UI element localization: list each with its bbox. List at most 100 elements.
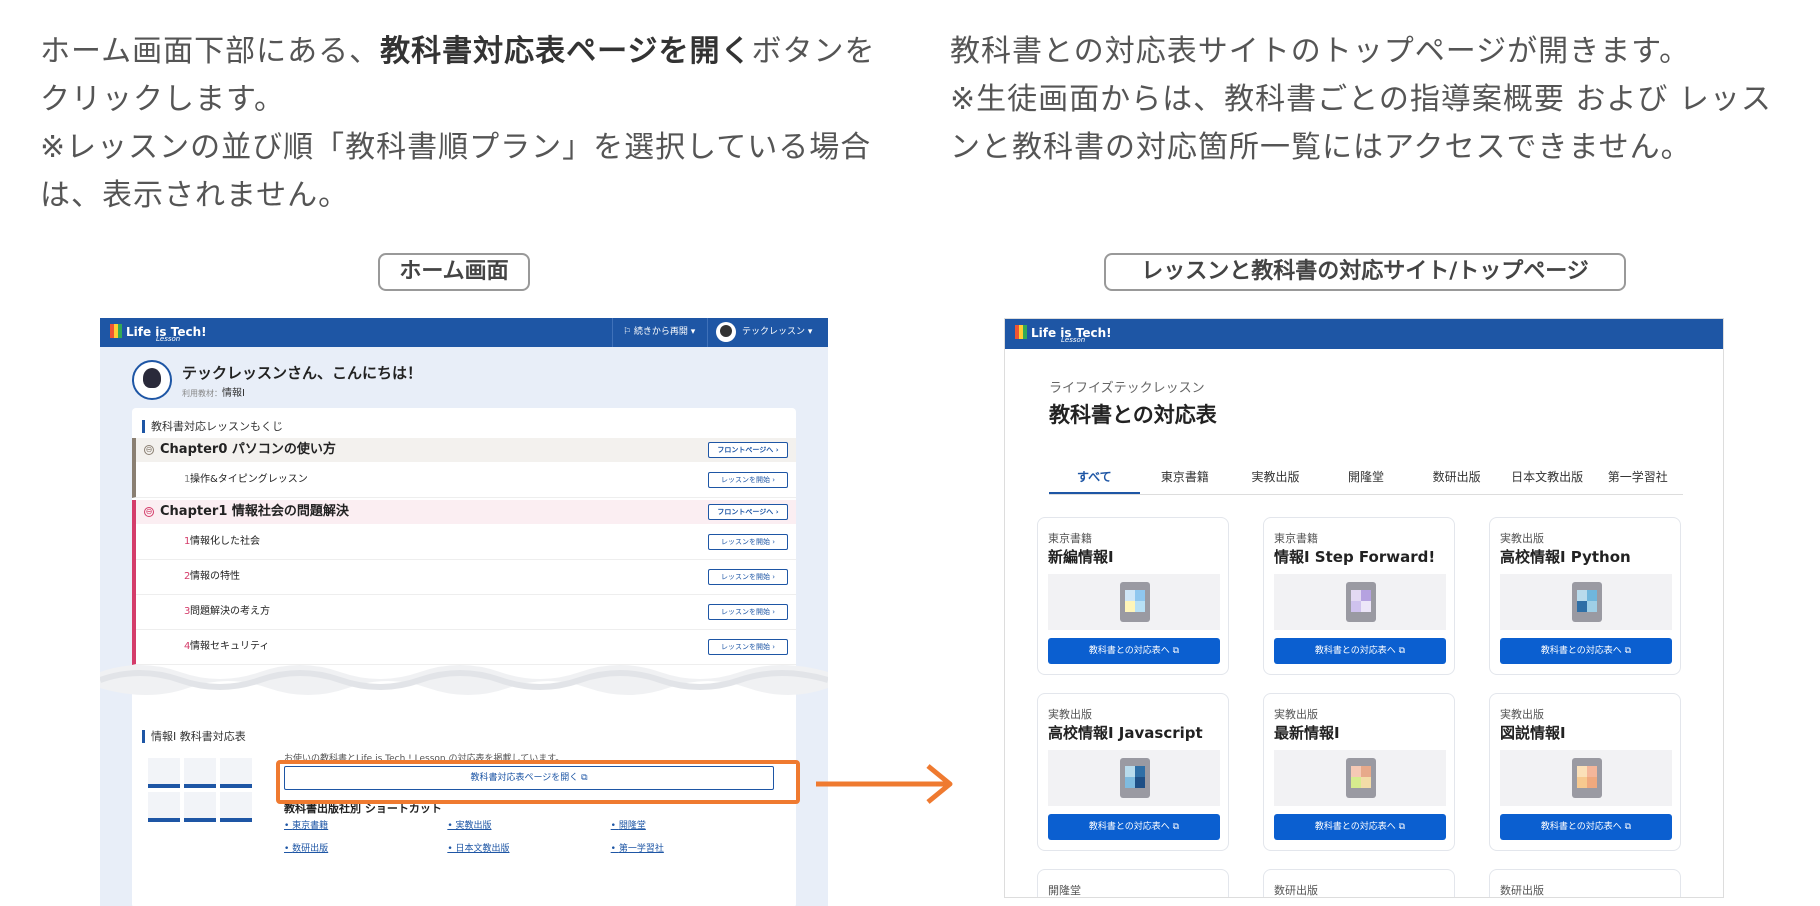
textbook-card: 東京書籍 新編情報Ⅰ 教科書との対応表へ ⧉: [1037, 517, 1229, 675]
card-publisher: 東京書籍: [1048, 532, 1092, 545]
textbook-card: 数研出版: [1489, 869, 1681, 897]
app-logo[interactable]: Life is Tech! Lesson: [110, 324, 207, 343]
tab-publisher[interactable]: 数研出版: [1411, 467, 1502, 494]
book-icon: [1120, 758, 1150, 798]
card-textbook-name: 情報Ⅰ Step Forward!: [1274, 548, 1436, 566]
textbook-card: 実教出版 図説情報Ⅰ 教科書との対応表へ ⧉: [1489, 693, 1681, 851]
textbook-section-panel: 情報Ⅰ 教科書対応表 お使いの教科書とLife is Tech ! Lesson…: [132, 718, 796, 906]
card-textbook-name: 図説情報Ⅰ: [1500, 724, 1566, 742]
greeting-text: テックレッスンさん、こんにちは！: [182, 364, 423, 382]
card-publisher: 実教出版: [1500, 532, 1544, 545]
lesson-row: 1 操作&タイピングレッスン レッスンを開始 ›: [132, 462, 796, 498]
card-image: [1500, 574, 1672, 630]
card-textbook-name: 最新情報Ⅰ: [1274, 724, 1340, 742]
open-correspondence-button[interactable]: 教科書との対応表へ ⧉: [1274, 814, 1446, 840]
book-icon: [1572, 758, 1602, 798]
desc-text: 教科書との対応表サイトのトップページが開きます。: [950, 34, 1691, 69]
lesson-title: 情報の特性: [190, 571, 240, 582]
desc-note: ※生徒画面からは、教科書ごとの指導案概要 および レッスンと教科書の対応箇所一覧…: [950, 82, 1772, 165]
textbook-card: 東京書籍情報Ⅰ Step Forward! 教科書との対応表へ ⧉: [1263, 517, 1455, 675]
material-label: 利用教材：: [182, 389, 222, 398]
textbook-card: 実教出版高校情報Ⅰ Python 教科書との対応表へ ⧉: [1489, 517, 1681, 675]
user-avatar-icon: [716, 321, 736, 342]
publisher-link[interactable]: 開隆堂: [611, 818, 774, 831]
material-info: 利用教材：情報Ⅰ: [182, 384, 245, 399]
publisher-link[interactable]: 第一学習社: [611, 841, 774, 854]
site-logo[interactable]: Life is Tech! Lesson: [1015, 325, 1112, 344]
lesson-row: 3 問題解決の考え方 レッスンを開始 ›: [132, 594, 796, 630]
desc-emphasis: 教科書対応表ページを開く: [380, 34, 752, 69]
card-publisher: 東京書籍: [1274, 532, 1318, 545]
user-menu[interactable]: テックレッスン ▾: [716, 318, 812, 347]
tab-publisher[interactable]: 実教出版: [1230, 467, 1321, 494]
publisher-tabs: すべて 東京書籍 実教出版 開隆堂 数研出版 日本文教出版 第一学習社: [1049, 467, 1683, 495]
lesson-number: 1: [184, 536, 191, 547]
card-publisher: 数研出版: [1500, 884, 1544, 897]
tab-publisher[interactable]: すべて: [1049, 467, 1140, 494]
card-image: [1500, 750, 1672, 806]
start-lesson-button[interactable]: レッスンを開始 ›: [708, 533, 788, 550]
front-page-button[interactable]: フロントページへ ›: [708, 442, 788, 458]
book-icon: [1346, 758, 1376, 798]
tab-publisher[interactable]: 日本文教出版: [1502, 467, 1593, 494]
lesson-number: 2: [184, 571, 191, 582]
tab-publisher[interactable]: 東京書籍: [1140, 467, 1231, 494]
book-icon: [1572, 582, 1602, 622]
start-lesson-button[interactable]: レッスンを開始 ›: [708, 603, 788, 620]
chapter-row: ⊖ Chapter1 情報社会の問題解決 フロントページへ ›: [132, 500, 796, 524]
lesson-row: 2 情報の特性 レッスンを開始 ›: [132, 559, 796, 595]
caption-textbook-site: レッスンと教科書の対応サイト/トップページ: [1104, 253, 1626, 291]
right-description: 教科書との対応表サイトのトップページが開きます。 ※生徒画面からは、教科書ごとの…: [950, 28, 1790, 172]
caption-home-screen: ホーム画面: [378, 253, 530, 291]
textbook-cards: 東京書籍 新編情報Ⅰ 教科書との対応表へ ⧉ 東京書籍 情報Ⅰ Step Forward…: [1037, 517, 1697, 897]
card-image: [1274, 750, 1446, 806]
publisher-link[interactable]: 数研出版: [284, 841, 447, 854]
open-correspondence-button[interactable]: 教科書との対応表へ ⧉: [1048, 638, 1220, 664]
card-image: [1048, 574, 1220, 630]
tab-publisher[interactable]: 第一学習社: [1592, 467, 1683, 494]
site-title: 教科書との対応表: [1049, 403, 1217, 427]
lesson-title: 情報セキュリティ: [190, 641, 270, 652]
publisher-link[interactable]: 実教出版: [447, 818, 610, 831]
card-publisher: 実教出版: [1274, 708, 1318, 721]
publisher-link[interactable]: 東京書籍: [284, 818, 447, 831]
start-lesson-button[interactable]: レッスンを開始 ›: [708, 638, 788, 655]
card-publisher: 数研出版: [1274, 884, 1318, 897]
resume-button[interactable]: ⚐ 続きから再開 ▾: [612, 318, 708, 347]
start-lesson-button[interactable]: レッスンを開始 ›: [708, 471, 788, 488]
highlight-frame: [276, 760, 800, 804]
open-correspondence-button[interactable]: 教科書との対応表へ ⧉: [1048, 814, 1220, 840]
desc-note: ※レッスンの並び順「教科書順プラン」を選択している場合は、表示されません。: [40, 130, 872, 213]
textbook-card: 開隆堂: [1037, 869, 1229, 897]
chapter-title: Chapter0 パソコンの使い方: [160, 442, 336, 457]
desc-text: ホーム画面下部にある、: [40, 34, 381, 69]
open-correspondence-button[interactable]: 教科書との対応表へ ⧉: [1500, 638, 1672, 664]
lesson-number: 3: [184, 606, 191, 617]
textbook-site-screenshot: Life is Tech! Lesson ライフイズテックレッスン 教科書との対応…: [1004, 318, 1724, 898]
arrow-icon: [816, 764, 953, 804]
left-description: ホーム画面下部にある、教科書対応表ページを開くボタンをクリックします。 ※レッス…: [40, 28, 880, 220]
open-correspondence-button[interactable]: 教科書との対応表へ ⧉: [1500, 814, 1672, 840]
tab-publisher[interactable]: 開隆堂: [1321, 467, 1412, 494]
lesson-title: 問題解決の考え方: [190, 606, 270, 617]
card-textbook-name: 高校情報Ⅰ Python: [1500, 548, 1631, 566]
collapse-icon[interactable]: ⊖: [144, 445, 154, 455]
section-thumbnail: [144, 754, 256, 826]
start-lesson-button[interactable]: レッスンを開始 ›: [708, 568, 788, 585]
logo-icon: [110, 324, 122, 338]
card-image: [1274, 574, 1446, 630]
card-image: [1048, 750, 1220, 806]
open-correspondence-button[interactable]: 教科書との対応表へ ⧉: [1274, 638, 1446, 664]
user-name: テックレッスン ▾: [742, 327, 813, 337]
collapse-icon[interactable]: ⊖: [144, 507, 154, 517]
site-header: Life is Tech! Lesson: [1005, 319, 1723, 349]
section-title: 情報Ⅰ 教科書対応表: [142, 730, 246, 743]
textbook-card: 実教出版最新情報Ⅰ 教科書との対応表へ ⧉: [1263, 693, 1455, 851]
greeting-avatar: [132, 360, 172, 400]
textbook-card: 数研出版: [1263, 869, 1455, 897]
lesson-title: 情報化した社会: [190, 536, 260, 547]
material-value: 情報Ⅰ: [222, 388, 245, 399]
chapter-title: Chapter1 情報社会の問題解決: [160, 504, 349, 519]
front-page-button[interactable]: フロントページへ ›: [708, 504, 788, 520]
publisher-link[interactable]: 日本文教出版: [447, 841, 610, 854]
